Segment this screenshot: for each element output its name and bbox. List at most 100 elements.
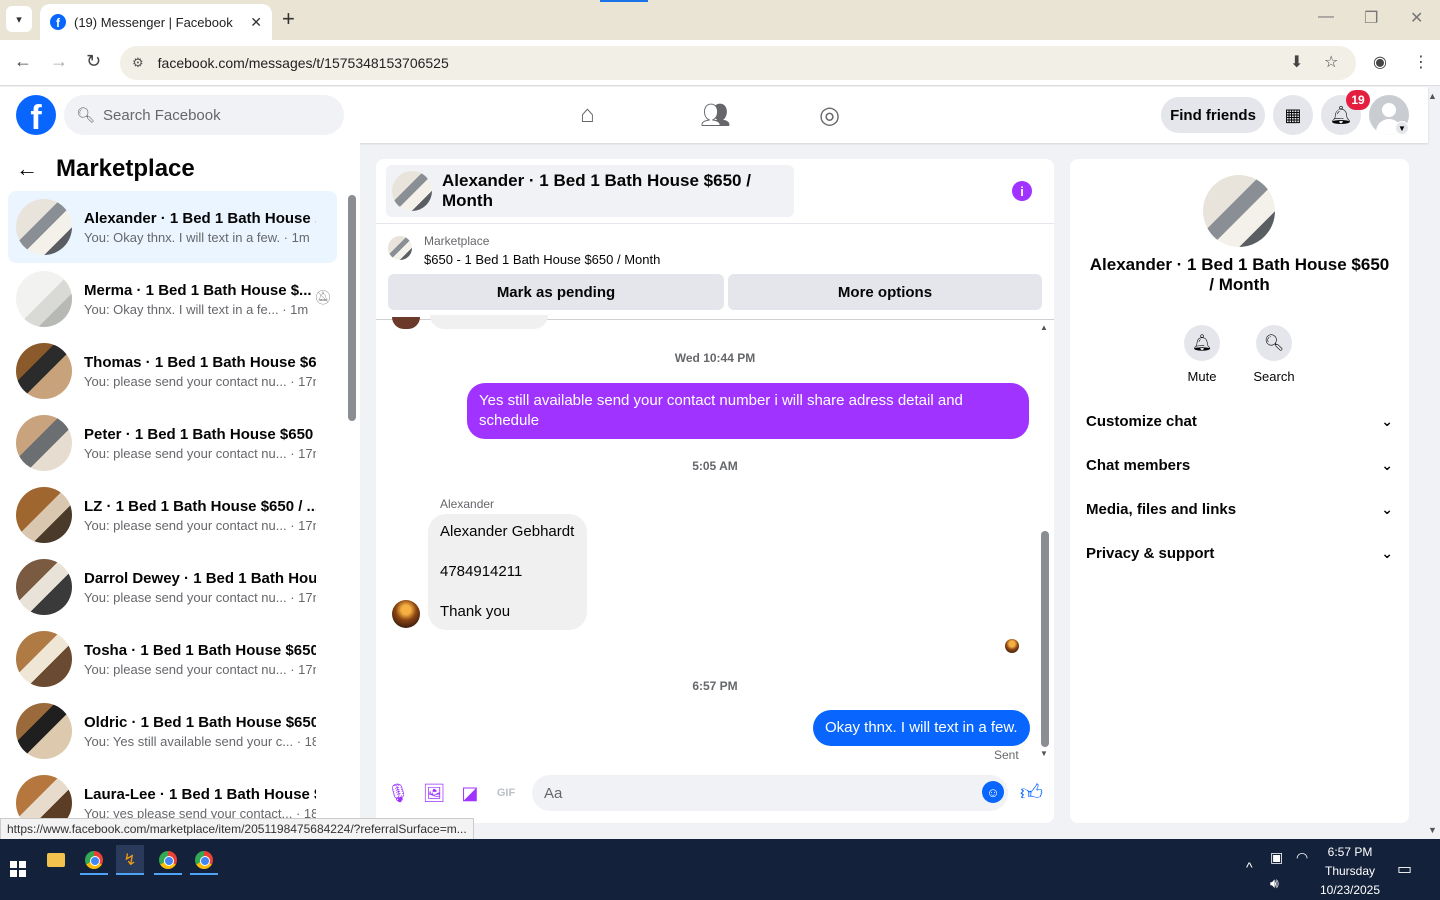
restore-window-icon[interactable]: ❐ bbox=[1364, 8, 1378, 28]
conversation-snippet: You: please send your contact nu... · 17… bbox=[84, 517, 316, 533]
chevron-down-icon[interactable]: ▼ bbox=[1395, 121, 1409, 135]
profile-icon[interactable]: ◉ bbox=[1373, 52, 1387, 72]
message-composer: 🎙︎ 🖼︎ ◪ GIF Aa ☺ 👍︎ bbox=[376, 771, 1054, 815]
close-window-icon[interactable]: ✕ bbox=[1410, 8, 1423, 28]
conversation-thumbnail bbox=[16, 199, 72, 255]
conversation-item[interactable]: Darrol Dewey · 1 Bed 1 Bath Hou... You: p… bbox=[8, 551, 337, 623]
outgoing-message[interactable]: Yes still available send your contact nu… bbox=[467, 383, 1029, 439]
wifi-icon[interactable]: ◠ bbox=[1296, 849, 1308, 866]
emoji-icon[interactable]: ☺ bbox=[982, 781, 1004, 803]
listing-banner: Marketplace $650 - 1 Bed 1 Bath House $6… bbox=[376, 223, 1054, 267]
mark-as-pending-button[interactable]: Mark as pending bbox=[388, 274, 724, 310]
home-icon[interactable]: ⌂ bbox=[580, 101, 595, 129]
windows-start-icon[interactable] bbox=[10, 861, 26, 877]
loading-indicator bbox=[600, 0, 648, 2]
sticker-icon[interactable]: ◪ bbox=[458, 781, 482, 805]
previous-message-bubble bbox=[430, 315, 548, 329]
conversation-name: Thomas · 1 Bed 1 Bath House $6... bbox=[84, 353, 316, 371]
chat-scrollbar[interactable] bbox=[1041, 531, 1049, 747]
install-app-icon[interactable]: ⬇ bbox=[1290, 52, 1303, 72]
mute-button[interactable]: 🔔︎ Mute bbox=[1172, 325, 1232, 384]
conversation-name: LZ · 1 Bed 1 Bath House $650 / ... bbox=[84, 497, 316, 515]
browser-menu-icon[interactable]: ⋮ bbox=[1413, 52, 1429, 72]
app-taskbar-icon[interactable]: ↯ bbox=[116, 845, 144, 875]
privacy-support-row[interactable]: Privacy & support ⌄ bbox=[1086, 531, 1393, 575]
chat-scroll-down-icon[interactable]: ▼ bbox=[1040, 749, 1048, 758]
search-button[interactable]: 🔍︎ Search bbox=[1244, 325, 1304, 384]
reload-icon[interactable]: ↻ bbox=[86, 51, 101, 72]
chrome-taskbar-icon[interactable] bbox=[154, 845, 182, 875]
more-options-button[interactable]: More options bbox=[728, 274, 1042, 310]
outgoing-message[interactable]: Okay thnx. I will text in a few. bbox=[813, 710, 1030, 746]
chrome-taskbar-icon[interactable] bbox=[80, 845, 108, 875]
listing-small-thumbnail[interactable] bbox=[388, 236, 412, 260]
forward-arrow-icon[interactable]: → bbox=[50, 51, 68, 72]
message-timestamp: 5:05 AM bbox=[692, 459, 738, 473]
listing-label: Marketplace bbox=[424, 234, 490, 248]
notification-count-badge: 19 bbox=[1346, 90, 1370, 110]
volume-icon[interactable]: 🔊︎ bbox=[1270, 875, 1279, 892]
friends-icon[interactable]: 👥︎ bbox=[700, 101, 730, 130]
back-arrow-icon[interactable]: ← bbox=[14, 51, 32, 72]
facebook-search-input[interactable]: 🔍︎ Search Facebook bbox=[64, 95, 344, 135]
conversation-item[interactable]: Peter · 1 Bed 1 Bath House $650 ... You: … bbox=[8, 407, 337, 479]
sidebar-scrollbar[interactable] bbox=[348, 195, 356, 421]
listing-avatar[interactable] bbox=[1203, 175, 1275, 247]
incoming-message[interactable]: Alexander Gebhardt 4784914211 Thank you bbox=[428, 514, 587, 630]
conversation-item[interactable]: Oldric · 1 Bed 1 Bath House $650... You: … bbox=[8, 695, 337, 767]
conversation-thumbnail bbox=[16, 559, 72, 615]
gif-icon[interactable]: GIF bbox=[494, 781, 518, 805]
menu-grid-icon[interactable]: ▦ bbox=[1273, 95, 1313, 135]
conversation-thumbnail bbox=[16, 487, 72, 543]
system-clock[interactable]: 6:57 PM Thursday 10/23/2025 bbox=[1310, 843, 1390, 900]
conversation-name: Laura-Lee · 1 Bed 1 Bath House $... bbox=[84, 785, 316, 803]
page-scroll-down-icon[interactable]: ▼ bbox=[1428, 825, 1437, 835]
thumbs-up-icon[interactable]: 👍︎ bbox=[1020, 779, 1043, 806]
new-tab-icon[interactable]: + bbox=[282, 8, 295, 30]
facebook-logo-icon[interactable]: f bbox=[16, 95, 56, 135]
info-icon[interactable]: i bbox=[1012, 181, 1032, 201]
groups-icon[interactable]: ◎ bbox=[819, 101, 840, 130]
find-friends-button[interactable]: Find friends bbox=[1161, 97, 1265, 133]
message-input[interactable]: Aa bbox=[532, 775, 1008, 811]
action-center-icon[interactable]: ▭ bbox=[1397, 859, 1412, 879]
conversation-item[interactable]: Merma · 1 Bed 1 Bath House $... You: Okay… bbox=[8, 263, 337, 335]
chevron-down-icon: ⌄ bbox=[1381, 456, 1393, 473]
clock-day: Thursday bbox=[1324, 864, 1376, 878]
back-arrow-icon[interactable]: ← bbox=[16, 156, 38, 182]
photo-icon[interactable]: 🖼︎ bbox=[422, 781, 446, 805]
media-files-links-row[interactable]: Media, files and links ⌄ bbox=[1086, 487, 1393, 531]
page-scroll-up-icon[interactable]: ▲ bbox=[1428, 91, 1437, 101]
listing-price[interactable]: $650 - 1 Bed 1 Bath House $650 / Month bbox=[424, 252, 660, 267]
row-label: Media, files and links bbox=[1086, 500, 1237, 518]
tab-search-dropdown-icon[interactable]: ▾ bbox=[6, 6, 32, 32]
conversation-item[interactable]: Alexander · 1 Bed 1 Bath House ... You: O… bbox=[8, 191, 337, 263]
conversation-name: Darrol Dewey · 1 Bed 1 Bath Hou... bbox=[84, 569, 316, 587]
address-bar[interactable]: ⚙ facebook.com/messages/t/15753481537065… bbox=[120, 46, 1356, 80]
meet-now-icon[interactable]: ▣ bbox=[1270, 849, 1283, 866]
site-info-icon[interactable]: ⚙ bbox=[132, 55, 144, 71]
sender-avatar[interactable] bbox=[392, 600, 420, 628]
conversation-item[interactable]: LZ · 1 Bed 1 Bath House $650 / ... You: p… bbox=[8, 479, 337, 551]
chat-header[interactable]: Alexander · 1 Bed 1 Bath House $650 / Mo… bbox=[386, 165, 794, 217]
file-explorer-icon[interactable] bbox=[42, 845, 70, 875]
microphone-icon[interactable]: 🎙︎ bbox=[386, 781, 410, 805]
chevron-down-icon: ⌄ bbox=[1381, 500, 1393, 517]
conversation-item[interactable]: Tosha · 1 Bed 1 Bath House $650... You: p… bbox=[8, 623, 337, 695]
search-label: Search bbox=[1253, 369, 1295, 384]
chat-members-row[interactable]: Chat members ⌄ bbox=[1086, 443, 1393, 487]
browser-tab-messenger[interactable]: f (19) Messenger | Facebook ✕ bbox=[40, 4, 272, 40]
bookmark-star-icon[interactable]: ☆ bbox=[1324, 52, 1338, 72]
message-line: 4784914211 bbox=[440, 563, 523, 580]
close-tab-icon[interactable]: ✕ bbox=[250, 14, 262, 31]
chat-scroll-up-icon[interactable]: ▲ bbox=[1040, 323, 1048, 332]
conversation-item[interactable]: Thomas · 1 Bed 1 Bath House $6... You: pl… bbox=[8, 335, 337, 407]
conversation-name: Merma · 1 Bed 1 Bath House $... bbox=[84, 281, 312, 299]
conversation-thumbnail bbox=[16, 343, 72, 399]
chrome-taskbar-icon[interactable] bbox=[190, 845, 218, 875]
customize-chat-row[interactable]: Customize chat ⌄ bbox=[1086, 399, 1393, 443]
show-hidden-icons-icon[interactable]: ^ bbox=[1246, 859, 1253, 875]
conversation-thumbnail bbox=[16, 631, 72, 687]
minimize-window-icon[interactable]: — bbox=[1318, 8, 1334, 26]
seen-indicator-avatar bbox=[1005, 639, 1019, 653]
